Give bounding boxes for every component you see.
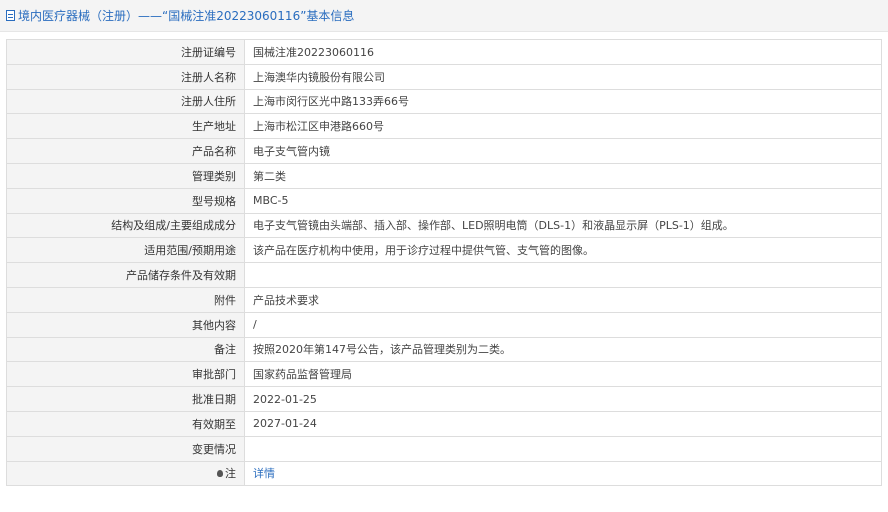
row-value: 电子支气管镜由头端部、插入部、操作部、LED照明电筒（DLS-1）和液晶显示屏（… <box>244 212 882 239</box>
row-label: 附件 <box>6 286 245 313</box>
info-table-container: 注册证编号 国械注准20223060116 注册人名称 上海澳华内镜股份有限公司… <box>6 39 882 487</box>
row-label: 产品储存条件及有效期 <box>6 262 245 288</box>
details-link[interactable]: 详情 <box>244 460 882 487</box>
row-value: 上海市闵行区光中路133弄66号 <box>244 88 882 115</box>
row-value: / <box>244 311 882 338</box>
row-label: 产品名称 <box>6 138 245 164</box>
row-value <box>244 262 882 288</box>
table-row: 管理类别 第二类 <box>6 162 882 189</box>
row-value: 产品技术要求 <box>244 286 882 313</box>
row-label: 有效期至 <box>6 410 245 437</box>
row-value: 上海市松江区申港路660号 <box>244 113 882 140</box>
table-row: 注册人住所 上海市闵行区光中路133弄66号 <box>6 88 882 115</box>
row-label: 型号规格 <box>6 187 245 214</box>
table-row: 产品储存条件及有效期 <box>6 262 882 288</box>
table-row: 结构及组成/主要组成成分 电子支气管镜由头端部、插入部、操作部、LED照明电筒（… <box>6 212 882 239</box>
table-row: 生产地址 上海市松江区申港路660号 <box>6 113 882 140</box>
table-row: 变更情况 <box>6 435 882 462</box>
document-icon <box>6 10 15 21</box>
table-row: 其他内容 / <box>6 311 882 338</box>
page-title: 境内医疗器械（注册）——“国械注准20223060116”基本信息 <box>18 9 355 23</box>
table-row: 产品名称 电子支气管内镜 <box>6 138 882 164</box>
table-row: 备注 按照2020年第147号公告，该产品管理类别为二类。 <box>6 336 882 363</box>
table-row: 批准日期 2022-01-25 <box>6 386 882 412</box>
table-row: 有效期至 2027-01-24 <box>6 410 882 437</box>
row-value: 该产品在医疗机构中使用，用于诊疗过程中提供气管、支气管的图像。 <box>244 237 882 264</box>
row-value: 国家药品监督管理局 <box>244 361 882 388</box>
page-header: 境内医疗器械（注册）——“国械注准20223060116”基本信息 <box>0 0 888 32</box>
row-label: 批准日期 <box>6 386 245 412</box>
note-label-cell: 注 <box>6 460 245 487</box>
row-label: 其他内容 <box>6 311 245 338</box>
row-value: 2022-01-25 <box>244 386 882 412</box>
row-value: MBC-5 <box>244 187 882 214</box>
row-label: 生产地址 <box>6 113 245 140</box>
row-label: 变更情况 <box>6 435 245 462</box>
note-label: 注 <box>225 467 236 481</box>
bulb-icon <box>217 469 223 477</box>
row-label: 审批部门 <box>6 361 245 388</box>
row-value: 2027-01-24 <box>244 410 882 437</box>
table-row: 附件 产品技术要求 <box>6 286 882 313</box>
row-label: 注册证编号 <box>6 39 245 65</box>
row-label: 注册人名称 <box>6 63 245 90</box>
table-row: 适用范围/预期用途 该产品在医疗机构中使用，用于诊疗过程中提供气管、支气管的图像… <box>6 237 882 264</box>
row-label: 结构及组成/主要组成成分 <box>6 212 245 239</box>
note-row: 注 详情 <box>6 460 882 487</box>
row-label: 管理类别 <box>6 162 245 189</box>
row-label: 备注 <box>6 336 245 363</box>
row-value: 按照2020年第147号公告，该产品管理类别为二类。 <box>244 336 882 363</box>
row-value: 上海澳华内镜股份有限公司 <box>244 63 882 90</box>
row-value: 国械注准20223060116 <box>244 39 882 65</box>
table-row: 注册证编号 国械注准20223060116 <box>6 39 882 65</box>
row-label: 注册人住所 <box>6 88 245 115</box>
table-row: 型号规格 MBC-5 <box>6 187 882 214</box>
row-label: 适用范围/预期用途 <box>6 237 245 264</box>
table-row: 审批部门 国家药品监督管理局 <box>6 361 882 388</box>
row-value: 第二类 <box>244 162 882 189</box>
row-value <box>244 435 882 462</box>
info-table: 注册证编号 国械注准20223060116 注册人名称 上海澳华内镜股份有限公司… <box>6 39 882 487</box>
row-value: 电子支气管内镜 <box>244 138 882 164</box>
table-row: 注册人名称 上海澳华内镜股份有限公司 <box>6 63 882 90</box>
